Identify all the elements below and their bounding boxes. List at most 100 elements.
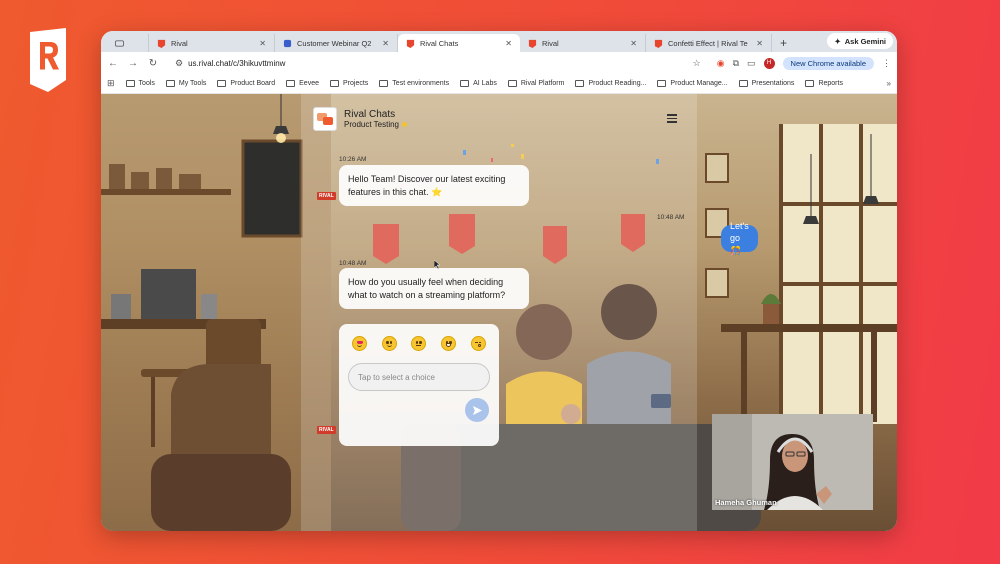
bookmark-label: Product Manage... bbox=[670, 80, 728, 87]
folder-icon bbox=[125, 80, 135, 87]
kebab-menu-icon[interactable]: ⋮ bbox=[882, 58, 891, 69]
smile-emoji-icon[interactable] bbox=[381, 336, 397, 351]
bookmark-label: Test environments bbox=[392, 80, 450, 87]
message-timestamp: 10:48 AM bbox=[339, 260, 367, 267]
message-timestamp: 10:26 AM bbox=[339, 156, 367, 163]
tab-label: Customer Webinar Q2 2026 bbox=[297, 38, 374, 48]
rival-icon bbox=[528, 39, 537, 48]
apps-grid-icon[interactable]: ⊞ bbox=[107, 78, 115, 89]
tab-rival-2[interactable]: Rival ✕ bbox=[520, 34, 646, 52]
back-arrow-icon[interactable]: ← bbox=[107, 58, 119, 69]
more-bookmarks-icon[interactable]: » bbox=[887, 79, 891, 88]
bookmark-label: Eevee bbox=[299, 80, 319, 87]
ask-gemini-button[interactable]: ✦ Ask Gemini bbox=[827, 33, 893, 49]
heart-eyes-emoji-icon[interactable] bbox=[352, 336, 368, 351]
tab-label: Rival bbox=[542, 38, 559, 48]
close-icon[interactable]: ✕ bbox=[259, 39, 266, 48]
tab-customer-webinar[interactable]: Customer Webinar Q2 2026 ✕ bbox=[275, 34, 398, 52]
bot-message-bubble: Hello Team! Discover our latest exciting… bbox=[339, 165, 529, 206]
tab-rival-1[interactable]: Rival ✕ bbox=[149, 34, 275, 52]
bookmark-star-icon[interactable]: ☆ bbox=[693, 58, 701, 69]
close-icon[interactable]: ✕ bbox=[756, 39, 763, 48]
send-icon bbox=[472, 405, 482, 415]
folder-icon bbox=[657, 80, 667, 87]
site-settings-icon[interactable]: ⚙ bbox=[175, 58, 183, 69]
rival-sender-badge: RIVAL bbox=[317, 192, 336, 200]
app-icon bbox=[283, 39, 292, 47]
folder-icon bbox=[738, 80, 748, 87]
bookmark-folder[interactable]: Test environments bbox=[379, 80, 449, 87]
folder-icon bbox=[379, 80, 389, 87]
side-panel-icon[interactable]: ▭ bbox=[747, 58, 756, 69]
extensions-puzzle-icon[interactable]: ⧉ bbox=[733, 58, 739, 69]
folder-icon bbox=[507, 80, 517, 87]
tab-group-icon bbox=[115, 39, 124, 47]
emoji-choice-card: Tap to select a choice bbox=[339, 324, 499, 446]
bookmark-folder[interactable]: Eevee bbox=[286, 80, 319, 87]
bookmark-label: Rival Platform bbox=[520, 80, 565, 87]
emoji-choice-row bbox=[339, 324, 499, 351]
presenter-name: Hameha Ghuman bbox=[715, 498, 777, 507]
profile-avatar[interactable]: H bbox=[763, 57, 775, 69]
chat-panel: Rival Chats Product Testing 10:26 AM RIV… bbox=[301, 94, 758, 531]
chat-subtitle: Product Testing bbox=[344, 120, 407, 129]
send-button[interactable] bbox=[465, 398, 489, 422]
folder-icon bbox=[460, 80, 470, 87]
extension-icon[interactable]: ◉ bbox=[717, 58, 725, 69]
bookmark-folder[interactable]: Product Board bbox=[217, 80, 275, 87]
forward-arrow-icon[interactable]: → bbox=[127, 58, 139, 69]
rival-icon bbox=[157, 39, 166, 48]
sleepy-emoji-icon[interactable] bbox=[470, 336, 486, 351]
tab-label: Rival Chats bbox=[420, 38, 459, 48]
bookmark-label: Presentations bbox=[751, 80, 795, 87]
bookmark-label: AI Labs bbox=[473, 80, 497, 87]
user-message-bubble: Let's go 🎊 bbox=[721, 221, 758, 256]
browser-toolbar: ← → ↻ ⚙ us.rival.chat/c/3hikuvttminw ☆ ◉… bbox=[101, 52, 897, 74]
tab-label: Confetti Effect | Rival Technol bbox=[668, 38, 748, 48]
bookmark-folder[interactable]: Presentations bbox=[738, 80, 795, 87]
chat-header: Rival Chats Product Testing bbox=[313, 107, 407, 131]
bookmark-label: Projects bbox=[343, 80, 369, 87]
tab-rival-chats[interactable]: Rival Chats ✕ bbox=[398, 34, 520, 52]
bot-message-bubble: How do you usually feel when deciding wh… bbox=[339, 268, 529, 309]
bookmark-folder[interactable]: My Tools bbox=[165, 80, 207, 87]
address-bar[interactable]: ⚙ us.rival.chat/c/3hikuvttminw ☆ bbox=[167, 55, 709, 71]
bookmark-folder[interactable]: Projects bbox=[330, 80, 368, 87]
close-icon[interactable]: ✕ bbox=[630, 39, 637, 48]
close-icon[interactable]: ✕ bbox=[505, 39, 512, 48]
new-chrome-available-button[interactable]: New Chrome available bbox=[782, 56, 874, 70]
chat-title: Rival Chats bbox=[344, 109, 396, 120]
bookmark-folder[interactable]: Product Reading... bbox=[575, 80, 646, 87]
bookmark-label: My Tools bbox=[178, 80, 207, 87]
grin-emoji-icon[interactable] bbox=[441, 336, 457, 351]
webcam-overlay: Hameha Ghuman bbox=[712, 414, 873, 510]
bookmark-label: Product Reading... bbox=[588, 80, 647, 87]
tab-confetti-effect[interactable]: Confetti Effect | Rival Technol ✕ bbox=[646, 34, 772, 52]
bookmark-folder[interactable]: Product Manage... bbox=[657, 80, 728, 87]
mouse-cursor-icon bbox=[434, 260, 440, 269]
message-timestamp: 10:48 AM bbox=[657, 214, 685, 221]
rival-brand-logo bbox=[30, 28, 66, 92]
rival-icon bbox=[654, 39, 663, 48]
bookmark-folder[interactable]: Reports bbox=[805, 80, 843, 87]
neutral-emoji-icon[interactable] bbox=[411, 336, 427, 351]
choice-input[interactable]: Tap to select a choice bbox=[348, 363, 490, 391]
tab-label: Rival bbox=[171, 38, 188, 48]
reload-icon[interactable]: ↻ bbox=[147, 58, 159, 69]
bookmark-folder[interactable]: Rival Platform bbox=[507, 80, 565, 87]
tab-strip: Rival ✕ Customer Webinar Q2 2026 ✕ Rival… bbox=[101, 31, 897, 52]
bookmark-label: Product Board bbox=[230, 80, 276, 87]
chat-subtitle-text: Product Testing bbox=[344, 120, 399, 129]
folder-icon bbox=[217, 80, 227, 87]
hamburger-menu-icon[interactable] bbox=[667, 114, 677, 125]
bookmark-folder[interactable]: AI Labs bbox=[460, 80, 497, 87]
close-icon[interactable]: ✕ bbox=[382, 39, 389, 48]
folder-icon bbox=[330, 80, 339, 87]
gemini-icon: ✦ bbox=[834, 36, 841, 46]
folder-icon bbox=[805, 80, 815, 87]
tab-group[interactable] bbox=[107, 34, 149, 52]
chat-logo-icon bbox=[317, 113, 333, 125]
new-tab-button[interactable]: + bbox=[772, 34, 795, 52]
bookmark-folder[interactable]: Tools bbox=[125, 80, 155, 87]
url-text[interactable]: us.rival.chat/c/3hikuvttminw bbox=[188, 59, 688, 68]
